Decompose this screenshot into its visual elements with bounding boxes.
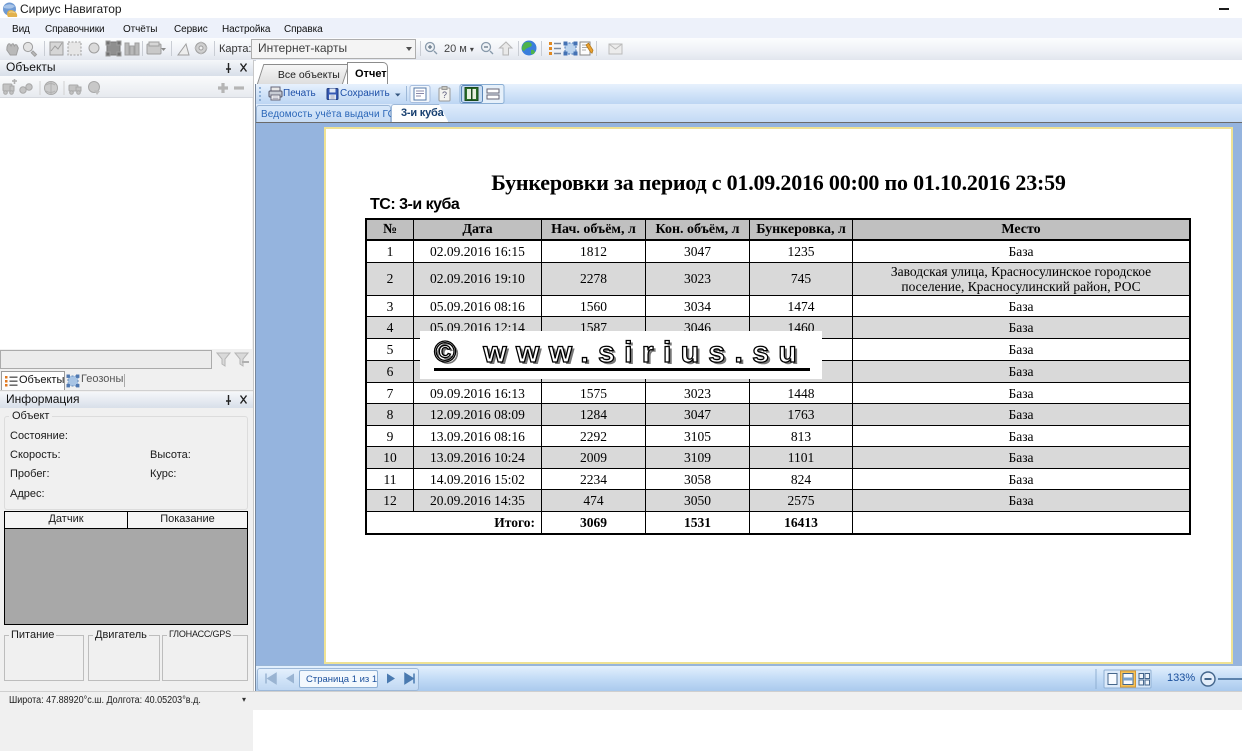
- svg-text:?: ?: [442, 90, 447, 100]
